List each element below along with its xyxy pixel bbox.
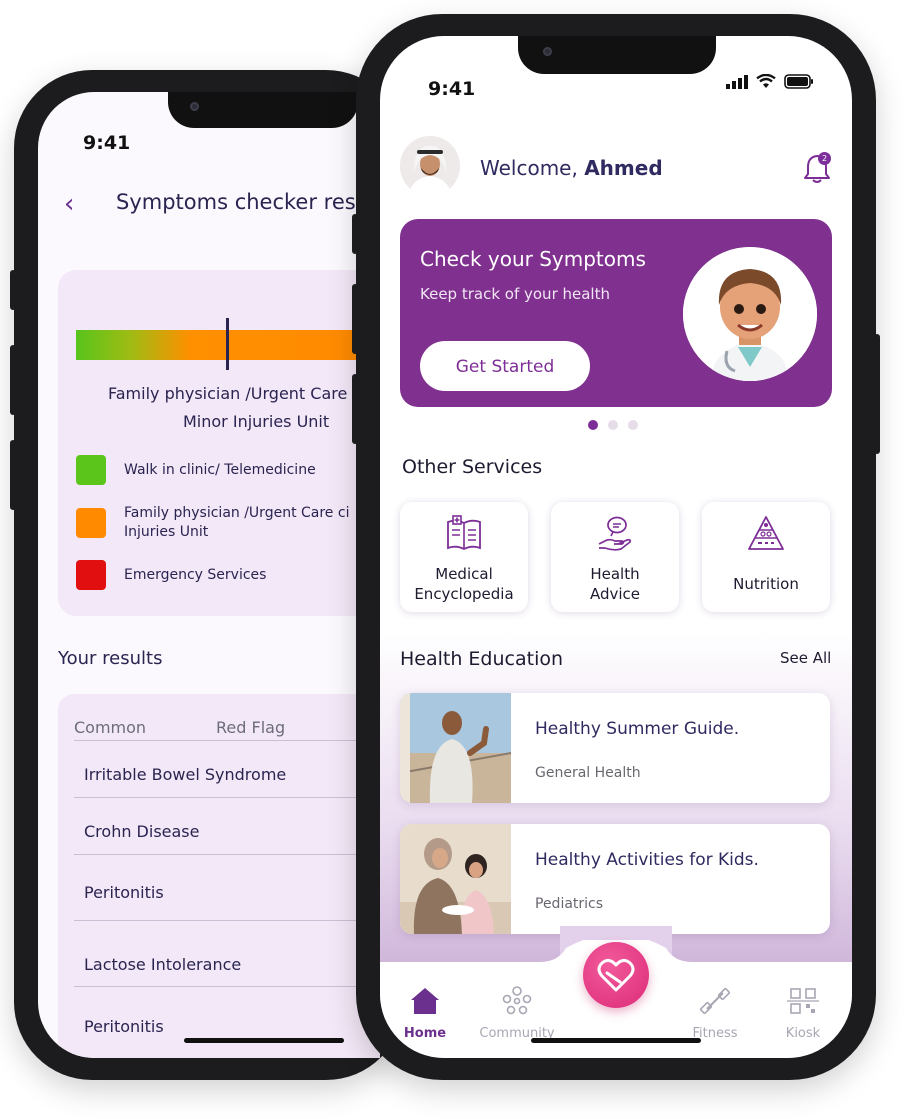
mute-switch <box>10 270 16 310</box>
doctor-avatar <box>683 247 817 381</box>
tab-home[interactable]: Home <box>380 984 470 1041</box>
severity-card: Family physician /Urgent Care Minor Inju… <box>58 270 380 616</box>
community-icon <box>502 986 532 1015</box>
service-nutrition[interactable]: Nutrition <box>702 502 830 612</box>
service-label: Nutrition <box>733 575 799 593</box>
health-education-title: Health Education <box>400 648 564 670</box>
back-phone: 9:41 ‹ Symptoms checker res Family physi… <box>10 70 404 1080</box>
carousel-dot[interactable] <box>608 420 618 430</box>
result-label: Crohn Disease <box>84 822 200 841</box>
article-card[interactable]: Healthy Activities for Kids. Pediatrics <box>400 824 830 934</box>
welcome-prefix: Welcome, <box>480 156 578 180</box>
front-camera <box>190 102 199 111</box>
article-card[interactable]: Healthy Summer Guide. General Health <box>400 693 830 803</box>
legend-label-line1: Family physician /Urgent Care ci <box>124 505 350 521</box>
legend-label: Walk in clinic/ Telemedicine <box>124 461 316 478</box>
severity-marker <box>226 318 229 370</box>
tab-label: Kiosk <box>785 1026 821 1041</box>
carousel-dot[interactable] <box>628 420 638 430</box>
heart-icon <box>597 958 635 992</box>
service-medical-encyclopedia[interactable]: Medical Encyclopedia <box>400 502 528 612</box>
user-name: Ahmed <box>584 156 663 180</box>
welcome-text: Welcome, Ahmed <box>480 156 663 180</box>
home-indicator <box>531 1038 701 1043</box>
get-started-button[interactable]: Get Started <box>420 341 590 391</box>
cellular-signal-icon <box>726 74 748 89</box>
tab-label: Home <box>403 1026 447 1041</box>
volume-down-button <box>10 440 16 510</box>
result-label: Peritonitis <box>84 1017 164 1036</box>
result-row[interactable]: Irritable Bowel Syndrome <box>74 740 380 797</box>
qr-kiosk-icon <box>787 988 819 1014</box>
carousel-dot-active[interactable] <box>588 420 598 430</box>
tab-kiosk[interactable]: Kiosk <box>758 984 848 1041</box>
notification-badge: 2 <box>818 152 831 165</box>
result-label: Peritonitis <box>84 883 164 902</box>
severity-result-line1: Family physician /Urgent Care <box>108 384 348 403</box>
result-row[interactable]: Crohn Disease <box>74 797 380 854</box>
column-red-flag[interactable]: Red Flag <box>216 718 285 737</box>
article-title: Healthy Activities for Kids. <box>535 850 759 870</box>
other-services-title: Other Services <box>402 456 543 478</box>
article-thumbnail <box>400 824 511 934</box>
dumbbell-icon <box>699 987 731 1015</box>
home-icon <box>411 988 439 1014</box>
wifi-icon <box>756 74 776 88</box>
volume-down-button <box>352 374 358 444</box>
banner-title: Check your Symptoms <box>420 247 646 271</box>
health-center-button[interactable] <box>583 942 649 1008</box>
home-screen: 9:41 Welcome, Ahmed 2 Check your Symptom… <box>380 36 852 1058</box>
notch <box>518 36 716 74</box>
mute-switch <box>352 214 358 254</box>
status-time: 9:41 <box>428 78 476 100</box>
results-title: Your results <box>58 648 163 669</box>
carousel-dots[interactable] <box>588 420 638 430</box>
legend-swatch-red <box>76 560 106 590</box>
symptoms-banner: Check your Symptoms Keep track of your h… <box>400 219 832 407</box>
front-phone: 9:41 Welcome, Ahmed 2 Check your Symptom… <box>352 14 880 1080</box>
battery-icon <box>784 74 813 89</box>
tab-community[interactable]: Community <box>472 984 562 1041</box>
power-button <box>874 334 880 454</box>
article-title: Healthy Summer Guide. <box>535 719 740 739</box>
banner-subtitle: Keep track of your health <box>420 285 610 303</box>
results-card: Common Red Flag Irritable Bowel Syndrome… <box>58 694 380 1058</box>
legend-swatch-green <box>76 455 106 485</box>
volume-up-button <box>352 284 358 354</box>
result-row[interactable]: Peritonitis <box>74 854 380 921</box>
legend-label-line2: Injuries Unit <box>124 524 209 540</box>
service-label: Health Advice <box>589 565 641 603</box>
legend-swatch-orange <box>76 508 106 538</box>
front-camera <box>543 47 552 56</box>
result-row[interactable]: Lactose Intolerance <box>74 920 380 987</box>
hand-advice-icon <box>598 516 632 551</box>
tab-fitness[interactable]: Fitness <box>670 984 760 1041</box>
column-common[interactable]: Common <box>74 718 146 737</box>
user-avatar[interactable] <box>400 136 460 196</box>
page-title: Symptoms checker res <box>116 190 356 214</box>
article-thumbnail <box>400 693 511 803</box>
book-icon <box>447 515 481 551</box>
back-chevron-icon[interactable]: ‹ <box>64 189 74 219</box>
result-label: Irritable Bowel Syndrome <box>84 765 287 784</box>
status-time: 9:41 <box>83 132 131 154</box>
service-health-advice[interactable]: Health Advice <box>551 502 679 612</box>
status-icons <box>726 74 814 89</box>
symptoms-results-screen: 9:41 ‹ Symptoms checker res Family physi… <box>38 92 380 1058</box>
legend-item-walk-in: Walk in clinic/ Telemedicine <box>76 455 316 485</box>
service-label: Medical Encyclopedia <box>414 565 514 603</box>
legend-item-family-physician: Family physician /Urgent Care ci Injurie… <box>76 504 349 542</box>
legend-item-emergency: Emergency Services <box>76 560 266 590</box>
food-pyramid-icon <box>748 516 784 550</box>
see-all-link[interactable]: See All <box>780 649 831 667</box>
article-category: Pediatrics <box>535 896 604 912</box>
volume-up-button <box>10 345 16 415</box>
result-label: Lactose Intolerance <box>84 955 242 974</box>
legend-label: Family physician /Urgent Care ci Injurie… <box>124 504 349 542</box>
severity-result-line2: Minor Injuries Unit <box>183 412 330 431</box>
legend-label: Emergency Services <box>124 566 267 583</box>
home-indicator <box>184 1038 344 1043</box>
article-category: General Health <box>535 765 641 781</box>
notch <box>168 92 358 128</box>
